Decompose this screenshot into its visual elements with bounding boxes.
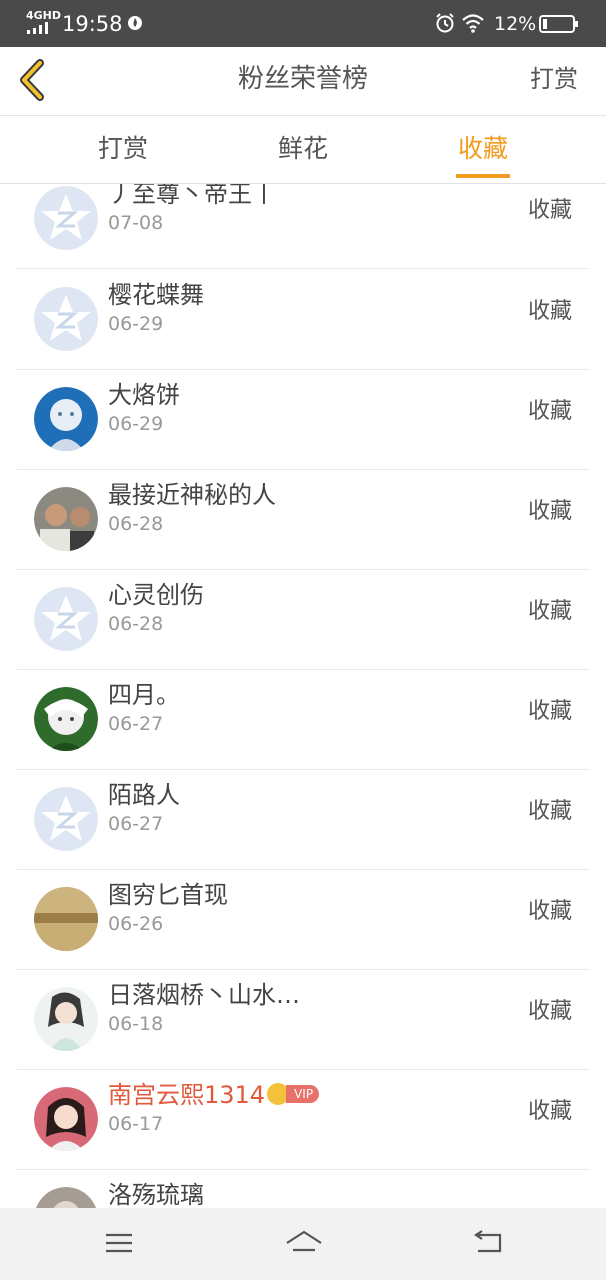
list-item[interactable]: 洛殇琉璃 [17, 1169, 589, 1208]
menu-icon[interactable] [102, 1226, 136, 1260]
photo-avatar [34, 487, 98, 551]
flame-icon [128, 16, 142, 30]
fan-date: 06-18 [108, 1013, 164, 1035]
fan-date: 06-27 [108, 713, 164, 735]
reward-button[interactable]: 打赏 [530, 47, 578, 115]
vip-tag: VIP [286, 1085, 320, 1103]
fan-name: 丿至尊丶帝王丨 [108, 184, 276, 208]
fan-name: 日落烟桥丶山水… [108, 981, 300, 1009]
list-item[interactable]: 四月。 06-27 收藏 [17, 669, 589, 770]
vip-badge: VIP [267, 1083, 320, 1107]
fan-list: 丿至尊丶帝王丨 07-08 收藏 樱花蝶舞 06-29 收藏 大烙饼 06-29… [0, 184, 606, 1208]
active-tab-indicator [456, 174, 510, 178]
fan-name: 图穷匕首现 [108, 881, 228, 909]
photo-avatar [34, 987, 98, 1051]
fan-date: 07-08 [108, 212, 164, 234]
fan-action-label: 收藏 [527, 799, 572, 824]
fan-action-label: 收藏 [527, 198, 572, 223]
alarm-icon [436, 13, 454, 33]
fan-action-label: 收藏 [527, 499, 572, 524]
fan-action-label: 收藏 [527, 599, 572, 624]
default-avatar-icon [34, 787, 98, 851]
list-item[interactable]: 大烙饼 06-29 收藏 [17, 369, 589, 470]
fan-date: 06-17 [108, 1113, 164, 1135]
chevron-left-icon[interactable] [14, 57, 48, 103]
battery-percent: 12% [494, 13, 537, 35]
fan-action-label: 收藏 [527, 899, 572, 924]
tab-bar: 打赏 鲜花 收藏 [0, 116, 606, 184]
fan-name: 最接近神秘的人 [108, 481, 276, 509]
fan-name: 洛殇琉璃 [108, 1181, 204, 1208]
tab-reward[interactable]: 打赏 [63, 116, 183, 183]
back-icon[interactable] [470, 1226, 504, 1260]
tab-flowers[interactable]: 鲜花 [243, 116, 363, 183]
fan-date: 06-28 [108, 613, 164, 635]
photo-avatar [34, 1087, 98, 1151]
fan-name: 大烙饼 [108, 381, 180, 409]
fan-date: 06-27 [108, 813, 164, 835]
fan-name: 四月。 [108, 681, 180, 709]
fan-date: 06-28 [108, 513, 164, 535]
fan-action-label: 收藏 [527, 399, 572, 424]
photo-avatar [34, 887, 98, 951]
fan-action-label: 收藏 [527, 999, 572, 1024]
fan-date: 06-29 [108, 313, 164, 335]
page-title: 粉丝荣誉榜 [237, 64, 368, 94]
fan-name-text: 南宫云熙1314 [108, 1081, 266, 1109]
signal-icon [27, 22, 53, 34]
list-item[interactable]: 图穷匕首现 06-26 收藏 [17, 869, 589, 970]
default-avatar-icon [34, 587, 98, 651]
default-avatar-icon [34, 287, 98, 351]
home-icon[interactable] [284, 1226, 324, 1260]
photo-avatar [34, 387, 98, 451]
fan-name: 陌路人 [108, 781, 180, 809]
fan-date: 06-26 [108, 913, 164, 935]
wifi-icon [462, 14, 484, 33]
photo-avatar [34, 687, 98, 751]
title-bar: 粉丝荣誉榜 打赏 [0, 47, 606, 116]
list-item[interactable]: 樱花蝶舞 06-29 收藏 [17, 269, 589, 370]
battery-icon [539, 15, 578, 33]
photo-avatar [35, 1187, 97, 1208]
fan-name: 樱花蝶舞 [108, 281, 204, 309]
fan-action-label: 收藏 [527, 699, 572, 724]
system-nav-bar [0, 1208, 606, 1280]
list-item[interactable]: 丿至尊丶帝王丨 07-08 收藏 [17, 184, 589, 269]
default-avatar-icon [34, 186, 98, 250]
fan-name: 南宫云熙1314 VIP [108, 1075, 320, 1110]
list-item[interactable]: 陌路人 06-27 收藏 [17, 769, 589, 870]
network-type: 4GHD [26, 9, 62, 22]
status-time: 19:58 [62, 12, 123, 36]
status-bar: 4GHD 19:58 12% [0, 0, 606, 47]
fan-action-label: 收藏 [527, 299, 572, 324]
fan-action-label: 收藏 [527, 1099, 572, 1124]
list-item[interactable]: 心灵创伤 06-28 收藏 [17, 569, 589, 670]
list-item[interactable]: 最接近神秘的人 06-28 收藏 [17, 469, 589, 570]
list-item[interactable]: 日落烟桥丶山水… 06-18 收藏 [17, 969, 589, 1070]
tab-favorites[interactable]: 收藏 [423, 116, 543, 183]
fan-date: 06-29 [108, 413, 164, 435]
list-item[interactable]: 南宫云熙1314 VIP 06-17 收藏 [17, 1069, 589, 1170]
fan-name: 心灵创伤 [108, 581, 204, 609]
